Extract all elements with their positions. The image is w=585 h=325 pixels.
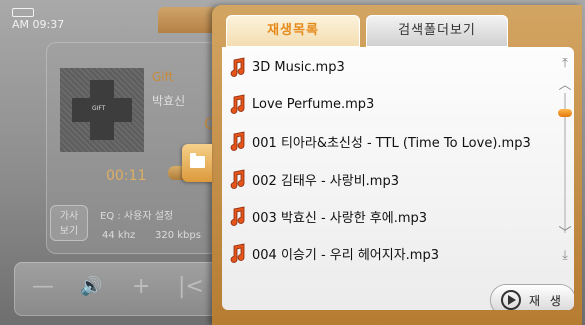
play-circle-icon bbox=[501, 290, 521, 310]
track-name: Love Perfume.mp3 bbox=[252, 96, 375, 112]
playlist-item[interactable]: 001 티아라&초신성 - TTL (Time To Love).mp3 bbox=[226, 123, 546, 159]
scroll-top-icon[interactable]: ⤒ bbox=[556, 55, 574, 73]
status-bar: AM 09:37 bbox=[12, 8, 64, 31]
lyrics-button[interactable]: 가사 보기 bbox=[50, 205, 88, 241]
playlist-item[interactable]: 3D Music.mp3 bbox=[226, 49, 546, 85]
sample-rate: 44 khz bbox=[102, 230, 136, 241]
playlist-item[interactable]: 004 이승기 - 우리 헤어지자.mp3 bbox=[226, 235, 546, 271]
bitrate: 320 kbps bbox=[155, 230, 201, 241]
track-name: 004 이승기 - 우리 헤어지자.mp3 bbox=[252, 247, 439, 263]
artist-name: 박효신 bbox=[152, 94, 186, 108]
battery-icon bbox=[12, 8, 34, 17]
playlist-item[interactable]: 003 박효신 - 사랑한 후에.mp3 bbox=[226, 198, 546, 234]
music-note-icon bbox=[230, 206, 245, 226]
music-note-icon bbox=[230, 94, 245, 114]
panel-toggle-handle[interactable] bbox=[182, 144, 212, 182]
playlist-scrollbar[interactable]: ⤒ ︿ ﹀ ⤓ bbox=[556, 47, 574, 275]
volume-up-button[interactable]: + bbox=[132, 276, 150, 298]
music-note-icon bbox=[230, 169, 245, 189]
track-name: 3D Music.mp3 bbox=[252, 59, 345, 75]
album-art-text: GIFT bbox=[92, 105, 106, 112]
eq-setting: EQ : 사용자 설정 bbox=[100, 211, 174, 222]
playlist-item[interactable]: 002 김태우 - 사랑비.mp3 bbox=[226, 161, 546, 197]
lyrics-button-line: 보기 bbox=[59, 226, 79, 237]
playlist: 3D Music.mp3 Love Perfume.mp3 001 티아라&초신… bbox=[222, 47, 574, 310]
track-name: 002 김태우 - 사랑비.mp3 bbox=[252, 173, 399, 189]
folder-icon bbox=[190, 153, 205, 168]
previous-track-button[interactable]: |< bbox=[178, 276, 204, 298]
play-button[interactable]: 재 생 bbox=[491, 285, 574, 310]
song-title: Gift bbox=[152, 70, 174, 84]
current-time: 00:11 bbox=[106, 168, 147, 184]
volume-down-button[interactable]: — bbox=[32, 276, 54, 298]
music-note-icon bbox=[230, 131, 245, 151]
scroll-thumb[interactable] bbox=[558, 109, 572, 117]
device-screen: AM 09:37 GIFT Gift 박효신 O 00:11 가사 보기 EQ … bbox=[0, 0, 585, 325]
tab-playlist[interactable]: 재생목록 bbox=[226, 15, 360, 47]
tab-folder-view[interactable]: 검색폴더보기 bbox=[366, 15, 508, 47]
playlist-panel: 재생목록 검색폴더보기 3D Music.mp3 Love Perfume.mp… bbox=[212, 5, 582, 325]
player-top-tab[interactable] bbox=[158, 7, 218, 33]
scroll-bottom-icon[interactable]: ⤓ bbox=[556, 247, 574, 265]
playlist-item[interactable]: Love Perfume.mp3 bbox=[226, 86, 546, 122]
play-button-label: 재 생 bbox=[529, 293, 564, 308]
scroll-down-icon[interactable]: ﹀ bbox=[556, 225, 574, 243]
track-name: 001 티아라&초신성 - TTL (Time To Love).mp3 bbox=[252, 135, 531, 151]
music-note-icon bbox=[230, 57, 245, 77]
track-name: 003 박효신 - 사랑한 후에.mp3 bbox=[252, 210, 428, 226]
music-note-icon bbox=[230, 243, 245, 263]
speaker-icon[interactable]: 🔊 bbox=[80, 276, 102, 298]
clock: AM 09:37 bbox=[12, 18, 65, 31]
album-art: GIFT bbox=[60, 68, 144, 152]
lyrics-button-line: 가사 bbox=[59, 211, 79, 222]
